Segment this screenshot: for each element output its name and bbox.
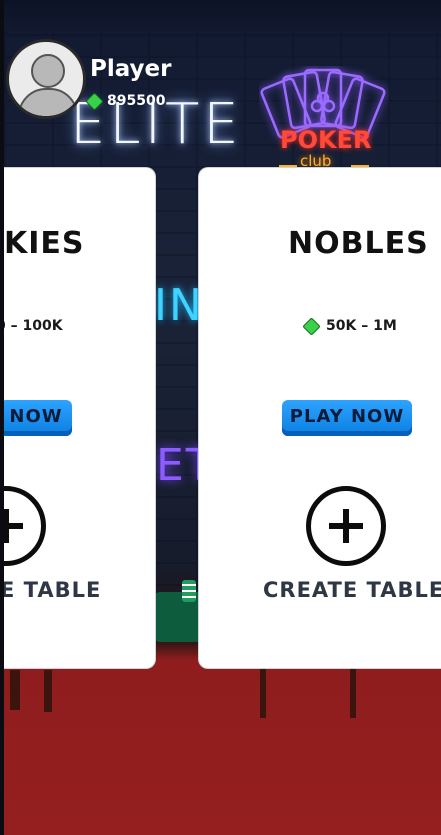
coin-balance: 895500 <box>107 93 166 109</box>
player-avatar[interactable] <box>6 39 86 119</box>
create-table-plus-icon[interactable] <box>4 486 46 566</box>
table-title: KIES <box>4 226 85 261</box>
create-table-label[interactable]: CREATE TABLE <box>263 578 441 602</box>
create-table-plus-icon[interactable] <box>306 486 386 566</box>
player-balance: 895500 <box>85 91 166 111</box>
chip-stack <box>182 580 196 602</box>
table-range: 50K – 1M <box>302 316 397 336</box>
avatar-head-icon <box>31 54 65 88</box>
green-gem-icon <box>85 91 104 111</box>
play-now-button[interactable]: PLAY NOW <box>282 400 412 436</box>
poker-sign-text: POKER <box>280 126 372 154</box>
table-card-rookies[interactable]: KIES 0 – 100K NOW E TABLE <box>4 167 156 669</box>
stool-leg <box>10 670 20 710</box>
create-table-label[interactable]: E TABLE <box>4 578 101 602</box>
range-text: 0 – 100K <box>4 318 63 334</box>
range-text: 50K – 1M <box>326 318 397 334</box>
play-now-button[interactable]: NOW <box>4 400 72 436</box>
stool-leg <box>350 668 356 718</box>
table-title: NOBLES <box>288 226 429 261</box>
avatar-body-icon <box>18 88 78 116</box>
table-range: 0 – 100K <box>4 318 63 334</box>
stool-leg <box>44 670 52 712</box>
stool-leg <box>260 668 266 718</box>
player-name: Player <box>90 56 172 82</box>
table-card-nobles[interactable]: NOBLES 50K – 1M PLAY NOW CREATE TABLE <box>198 167 441 669</box>
neon-sign-fragment: IN <box>154 280 204 331</box>
green-gem-icon <box>302 316 321 336</box>
